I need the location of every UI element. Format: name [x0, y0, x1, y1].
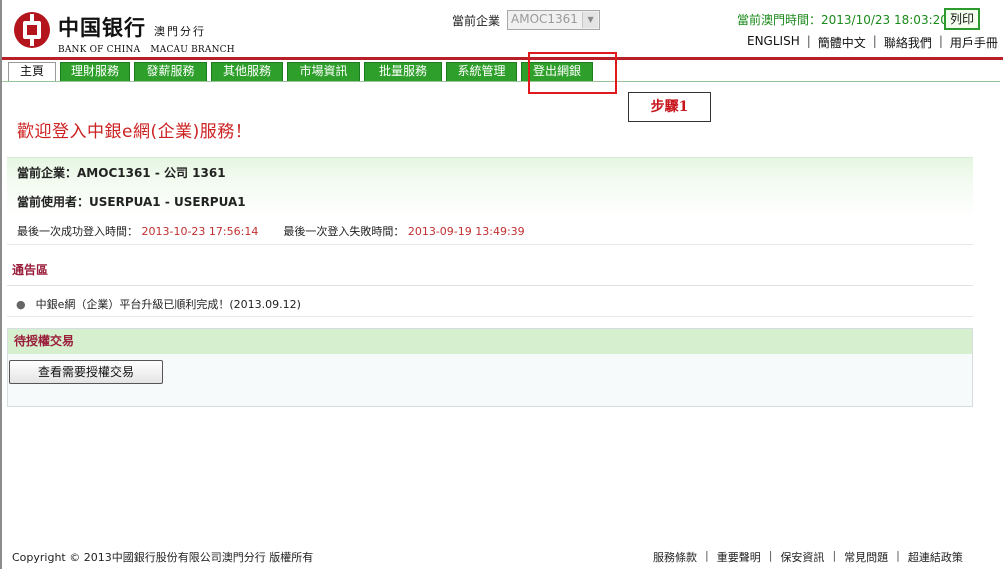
tab-payroll-services[interactable]: 發薪服務: [134, 62, 207, 81]
login-history: 最後一次成功登入時間： 2013-10-23 17:56:14 最後一次登入失敗…: [17, 223, 525, 239]
last-success-value: 2013-10-23 17:56:14: [141, 225, 259, 238]
boc-logo-icon: [14, 12, 50, 48]
logo-branch-name-cn: 澳門分行: [154, 25, 206, 38]
link-separator: |: [938, 34, 943, 48]
last-fail-value: 2013-09-19 13:49:39: [407, 225, 525, 238]
chevron-down-icon[interactable]: ▼: [582, 12, 599, 28]
notice-item[interactable]: ● 中銀e網（企業）平台升級已順利完成！(2013.09.12): [16, 296, 301, 312]
corp-select-label: 當前企業: [452, 13, 501, 28]
view-pending-auth-button[interactable]: 查看需要授權交易: [9, 360, 163, 384]
pending-auth-title: 待授權交易: [8, 329, 972, 354]
footer-link-faq[interactable]: 常見問題: [844, 549, 888, 565]
corp-selector: 當前企業 AMOC1361 ▼: [452, 10, 601, 30]
footer-separator: |: [832, 549, 837, 562]
link-contact-us[interactable]: 聯絡我們: [884, 34, 932, 51]
tab-wealth-services[interactable]: 理財服務: [60, 62, 130, 81]
header-divider: [2, 57, 1003, 60]
notice-title: 通告區: [12, 263, 49, 277]
macau-time: 當前澳門時間：2013/10/23 18:03:20: [737, 11, 948, 28]
logo-branch-name-en: MACAU BRANCH: [150, 45, 235, 55]
logo-bank-name-en: BANK OF CHINA: [58, 45, 141, 55]
link-separator: |: [872, 34, 877, 48]
step-highlight-box: [528, 52, 617, 94]
tab-market-info[interactable]: 市場資訊: [287, 62, 360, 81]
link-user-manual[interactable]: 用戶手冊: [950, 34, 998, 51]
window-left-border: [0, 0, 2, 569]
footer-separator: |: [705, 549, 709, 562]
time-value: 2013/10/23 18:03:20: [821, 13, 948, 27]
copyright: Copyright © 2013中國銀行股份有限公司澳門分行 版權所有: [12, 551, 314, 564]
footer-link-terms[interactable]: 服務條款: [653, 549, 697, 565]
link-simplified-chinese[interactable]: 簡體中文: [818, 34, 866, 51]
top-links: ENGLISH | 簡體中文 | 聯絡我們 | 用戶手冊: [747, 34, 998, 51]
last-success-label: 最後一次成功登入時間：: [17, 225, 138, 238]
notice-item-text: 中銀e網（企業）平台升級已順利完成！(2013.09.12): [35, 298, 301, 311]
current-user: 當前使用者：USERPUA1 - USERPUA1: [17, 193, 246, 210]
link-english[interactable]: ENGLISH: [747, 34, 800, 51]
footer-separator: |: [896, 549, 900, 562]
welcome-title: 歡迎登入中銀e網(企業)服務！: [17, 122, 253, 142]
footer-separator: |: [768, 549, 773, 562]
footer-link-security[interactable]: 保安資訊: [780, 549, 824, 565]
tab-batch-services[interactable]: 批量服務: [364, 62, 442, 81]
logo-bank-name-cn: 中国银行: [58, 15, 146, 40]
current-corp-value: AMOC1361 - 公司 1361: [77, 166, 226, 180]
corp-select[interactable]: AMOC1361 ▼: [507, 10, 601, 30]
pending-auth-panel: 待授權交易 查看需要授權交易: [7, 328, 973, 407]
notice-divider-bottom: [7, 316, 973, 317]
footer-link-hyperlink-policy[interactable]: 超連結政策: [908, 549, 963, 565]
current-corp: 當前企業：AMOC1361 - 公司 1361: [17, 164, 226, 181]
corp-select-value: AMOC1361: [511, 12, 578, 26]
tab-system-management[interactable]: 系統管理: [446, 62, 517, 81]
current-user-label: 當前使用者：: [17, 195, 90, 209]
footer-links: 服務條款 | 重要聲明 | 保安資訊 | 常見問題 | 超連結政策: [653, 549, 963, 565]
current-user-value: USERPUA1 - USERPUA1: [89, 195, 246, 209]
bullet-icon: ●: [16, 298, 26, 311]
footer-link-disclaimer[interactable]: 重要聲明: [717, 549, 761, 565]
print-button[interactable]: 列印: [944, 8, 980, 30]
link-separator: |: [806, 34, 811, 48]
account-info-panel: 當前企業：AMOC1361 - 公司 1361 當前使用者：USERPUA1 -…: [7, 157, 973, 245]
bank-logo[interactable]: 中国银行 澳門分行 BANK OF CHINA MACAU BRANCH: [14, 12, 235, 55]
tab-other-services[interactable]: 其他服務: [211, 62, 283, 81]
notice-divider: [7, 285, 973, 286]
current-corp-label: 當前企業：: [17, 166, 78, 180]
main-nav-tabs: 主頁 理財服務 發薪服務 其他服務 市場資訊 批量服務 系統管理 登出網銀: [8, 62, 597, 82]
tab-home[interactable]: 主頁: [8, 62, 56, 82]
logo-text: 中国银行 澳門分行 BANK OF CHINA MACAU BRANCH: [58, 12, 235, 55]
step-label: 步驟1: [628, 92, 711, 122]
tab-underline: [2, 81, 1000, 82]
last-fail-label: 最後一次登入失敗時間：: [283, 225, 405, 238]
time-label: 當前澳門時間：: [737, 13, 822, 27]
page-header: 中国银行 澳門分行 BANK OF CHINA MACAU BRANCH 當前企業…: [0, 0, 1003, 58]
